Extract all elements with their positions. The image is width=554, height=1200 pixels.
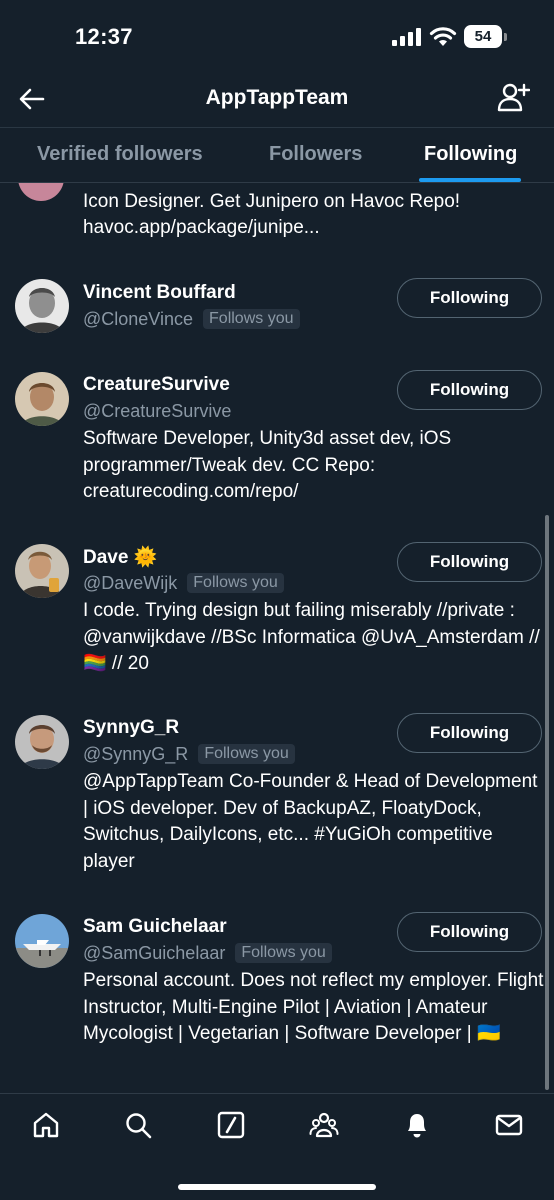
header: AppTappTeam: [0, 75, 554, 125]
avatar[interactable]: [15, 279, 69, 333]
user-bio: @AppTappTeam Co-Founder & Head of Develo…: [83, 771, 538, 872]
user-name[interactable]: Dave 🌞: [83, 545, 157, 569]
status-time: 12:37: [75, 24, 133, 49]
follows-you-badge: Follows you: [187, 573, 284, 593]
tab-verified-followers[interactable]: Verified followers: [37, 143, 203, 166]
following-button[interactable]: Following: [397, 542, 542, 582]
user-handle[interactable]: @DaveWijk: [83, 573, 177, 594]
follows-you-badge: Follows you: [235, 943, 332, 963]
user-handle[interactable]: @CloneVince: [83, 309, 193, 330]
page-title: AppTappTeam: [205, 86, 349, 109]
tab-following[interactable]: Following: [424, 143, 517, 166]
user-handle[interactable]: @SynnyG_R: [83, 744, 188, 765]
cellular-signal-icon: [392, 28, 421, 46]
add-user-icon[interactable]: [496, 81, 530, 115]
avatar[interactable]: [15, 914, 69, 968]
avatar[interactable]: [15, 372, 69, 426]
user-handle[interactable]: @SamGuichelaar: [83, 943, 225, 964]
battery-level: 54: [474, 28, 492, 45]
avatar[interactable]: [15, 544, 69, 598]
following-button[interactable]: Following: [397, 713, 542, 753]
user-bio: I code. Trying design but failing misera…: [83, 600, 540, 674]
bottom-nav: [0, 1093, 554, 1200]
scrollbar[interactable]: [545, 515, 549, 1090]
status-bar: 12:37 54: [0, 0, 554, 75]
home-indicator[interactable]: [178, 1184, 376, 1190]
following-button[interactable]: Following: [397, 912, 542, 952]
battery-icon: 54: [464, 25, 508, 49]
user-handle[interactable]: @CreatureSurvive: [83, 401, 231, 422]
following-button[interactable]: Following: [397, 370, 542, 410]
wifi-icon: [429, 27, 457, 46]
follows-you-badge: Follows you: [198, 744, 295, 764]
user-name[interactable]: Sam Guichelaar: [83, 916, 227, 938]
home-icon[interactable]: [31, 1110, 61, 1140]
search-icon[interactable]: [123, 1110, 153, 1140]
communities-icon[interactable]: [309, 1110, 339, 1140]
user-name[interactable]: Vincent Bouffard: [83, 282, 236, 304]
user-bio: Personal account. Does not reflect my em…: [83, 970, 544, 1044]
avatar[interactable]: [18, 183, 64, 201]
user-bio: Software Developer, Unity3d asset dev, i…: [83, 428, 452, 502]
following-button[interactable]: Following: [397, 278, 542, 318]
tab-bar: Verified followers Followers Following: [0, 127, 554, 183]
follows-you-badge: Follows you: [203, 309, 300, 329]
following-list[interactable]: Icon Designer. Get Junipero on Havoc Rep…: [0, 183, 554, 1093]
avatar[interactable]: [15, 715, 69, 769]
tab-followers[interactable]: Followers: [269, 143, 362, 166]
user-name[interactable]: CreatureSurvive: [83, 374, 230, 396]
grok-icon[interactable]: [216, 1110, 246, 1140]
notifications-icon[interactable]: [402, 1110, 432, 1140]
messages-icon[interactable]: [494, 1110, 524, 1140]
active-tab-indicator: [419, 178, 521, 182]
user-name[interactable]: SynnyG_R: [83, 717, 179, 739]
user-bio: Icon Designer. Get Junipero on Havoc Rep…: [83, 191, 461, 238]
